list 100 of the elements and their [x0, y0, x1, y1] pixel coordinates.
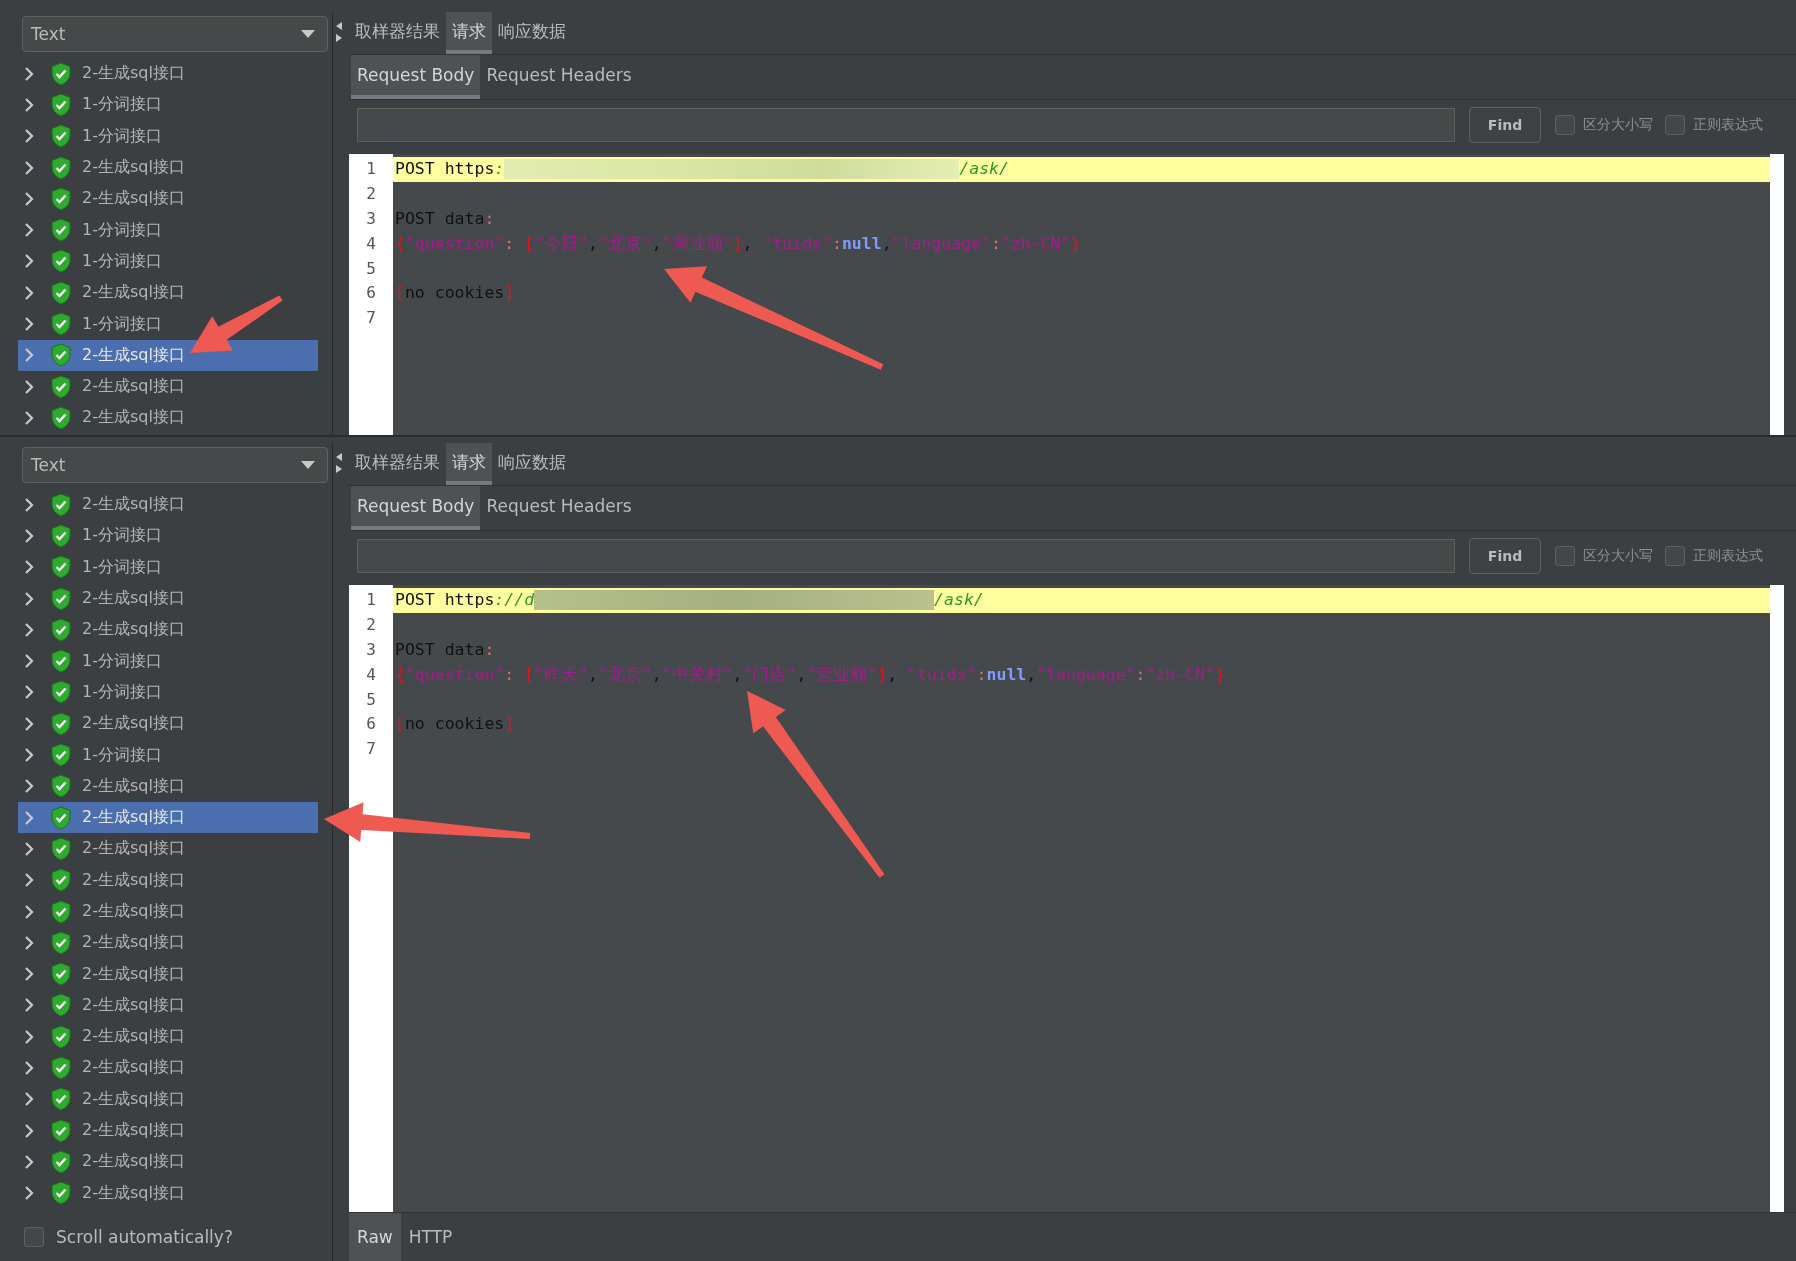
line-number: 6 — [365, 282, 377, 305]
code-text: null — [841, 232, 882, 255]
tree-item[interactable]: 2-生成sql接口 — [18, 801, 318, 834]
find-button[interactable]: Find — [1469, 538, 1541, 574]
format-tab[interactable]: Raw — [349, 1213, 401, 1261]
shield-check-icon — [50, 343, 72, 368]
view-selector[interactable]: Text — [22, 16, 328, 52]
tree-item[interactable]: 2-生成sql接口 — [18, 582, 318, 615]
shield-check-icon — [50, 1118, 72, 1143]
view-selector[interactable]: Text — [22, 447, 328, 483]
tree-item[interactable]: 1-分词接口 — [18, 308, 318, 340]
result-tab[interactable]: 请求 — [446, 12, 492, 54]
tree-item[interactable]: 2-生成sql接口 — [18, 1114, 318, 1147]
tree-item[interactable]: 1-分词接口 — [18, 120, 318, 152]
format-tab[interactable]: HTTP — [400, 1213, 461, 1261]
shield-check-icon — [50, 836, 72, 861]
tree-item[interactable]: 2-生成sql接口 — [18, 770, 318, 802]
result-tab[interactable]: 取样器结果 — [349, 443, 446, 485]
tree-item[interactable]: 2-生成sql接口 — [18, 58, 318, 90]
code-text: , — [742, 232, 754, 255]
result-tab[interactable]: 取样器结果 — [349, 12, 446, 54]
checkbox-label: 区分大小写 — [1583, 547, 1653, 565]
result-tab[interactable]: 响应数据 — [492, 12, 572, 54]
scrollbar[interactable] — [1770, 154, 1784, 435]
shield-check-icon — [50, 680, 72, 705]
code-text: "营业额" — [661, 232, 733, 255]
line-number: 6 — [365, 713, 377, 736]
tree-label: 2-生成sql接口 — [82, 1120, 185, 1142]
tree-item[interactable]: 2-生成sql接口 — [18, 339, 318, 371]
code-text: /ask/ — [959, 158, 1009, 180]
shield-check-icon — [50, 92, 72, 117]
scroll-checkbox[interactable] — [24, 1227, 44, 1247]
caret-icon — [301, 30, 315, 38]
chevron-icon — [24, 1186, 34, 1201]
option-checkbox[interactable] — [1555, 115, 1575, 135]
request-tab[interactable]: Request Body — [351, 486, 481, 530]
shield-check-icon — [50, 249, 72, 274]
tree-item[interactable]: 2-生成sql接口 — [18, 183, 318, 215]
tree-item[interactable]: 2-生成sql接口 — [18, 489, 318, 521]
scrollbar[interactable] — [1770, 585, 1784, 1212]
request-tab[interactable]: Request Headers — [480, 486, 638, 530]
tree-item[interactable]: 2-生成sql接口 — [18, 370, 318, 403]
chevron-icon — [24, 285, 34, 300]
tree-label: 1-分词接口 — [82, 313, 162, 335]
tree-item[interactable]: 2-生成sql接口 — [18, 1146, 318, 1178]
request-tab[interactable]: Request Body — [351, 55, 481, 99]
tree-item[interactable]: 2-生成sql接口 — [18, 1052, 318, 1084]
tree-label: 2-生成sql接口 — [82, 1057, 185, 1079]
tree-item[interactable]: 2-生成sql接口 — [18, 989, 318, 1022]
tree-item[interactable]: 2-生成sql接口 — [18, 864, 318, 896]
chevron-icon — [24, 622, 34, 637]
find-button[interactable]: Find — [1469, 107, 1541, 143]
code-text: [ — [395, 713, 405, 736]
search-field[interactable] — [357, 539, 1455, 573]
code-text: } — [1215, 663, 1225, 686]
checkbox-label: 正则表达式 — [1693, 547, 1763, 565]
code-text: "tuids" — [762, 232, 832, 255]
code-text: POST data — [395, 638, 485, 661]
tree-item[interactable]: 1-分词接口 — [18, 89, 318, 121]
code-text: , — [587, 232, 598, 255]
tree-item[interactable]: 2-生成sql接口 — [18, 402, 318, 434]
tree-item[interactable]: 2-生成sql接口 — [18, 277, 318, 309]
code-text: "昨天" — [534, 663, 588, 686]
tree-item[interactable]: 2-生成sql接口 — [18, 833, 318, 865]
result-tab[interactable]: 响应数据 — [492, 443, 572, 485]
chevron-icon — [24, 654, 34, 669]
chevron-icon — [24, 1061, 34, 1075]
code-text: : — [976, 663, 987, 686]
tree-item[interactable]: 1-分词接口 — [18, 739, 318, 771]
shield-check-icon — [50, 523, 72, 548]
tree-item[interactable]: 2-生成sql接口 — [18, 1177, 318, 1209]
tree-item[interactable]: 1-分词接口 — [18, 214, 318, 246]
code-text: { — [395, 663, 405, 686]
option-checkbox[interactable] — [1555, 546, 1575, 566]
line-number: 7 — [365, 738, 377, 761]
tree-item[interactable]: 2-生成sql接口 — [18, 708, 318, 740]
tree-item[interactable]: 1-分词接口 — [18, 645, 318, 677]
request-tab[interactable]: Request Headers — [480, 55, 638, 99]
result-tab[interactable]: 请求 — [446, 443, 492, 485]
chevron-icon — [24, 998, 34, 1013]
line-number: 1 — [365, 589, 377, 611]
tree-item[interactable]: 2-生成sql接口 — [18, 927, 318, 959]
tree-item[interactable]: 2-生成sql接口 — [18, 895, 318, 928]
tree-item[interactable]: 2-生成sql接口 — [18, 151, 318, 184]
chevron-icon — [24, 748, 34, 762]
tree-item[interactable]: 2-生成sql接口 — [18, 614, 318, 646]
tree-item[interactable]: 2-生成sql接口 — [18, 1083, 318, 1115]
tree-item[interactable]: 2-生成sql接口 — [18, 958, 318, 990]
tree-item[interactable]: 1-分词接口 — [18, 551, 318, 583]
option-checkbox[interactable] — [1665, 115, 1685, 135]
tree-label: 2-生成sql接口 — [82, 344, 185, 366]
tree-item[interactable]: 1-分词接口 — [18, 676, 318, 709]
tree-item[interactable]: 1-分词接口 — [18, 245, 318, 278]
option-checkbox[interactable] — [1665, 546, 1685, 566]
code-text: "language" — [1036, 663, 1136, 686]
search-field[interactable] — [357, 108, 1455, 142]
tree-item[interactable]: 2-生成sql接口 — [18, 1021, 318, 1053]
tree-item[interactable]: 1-分词接口 — [18, 520, 318, 552]
shield-check-icon — [50, 155, 72, 180]
chevron-icon — [24, 841, 34, 856]
